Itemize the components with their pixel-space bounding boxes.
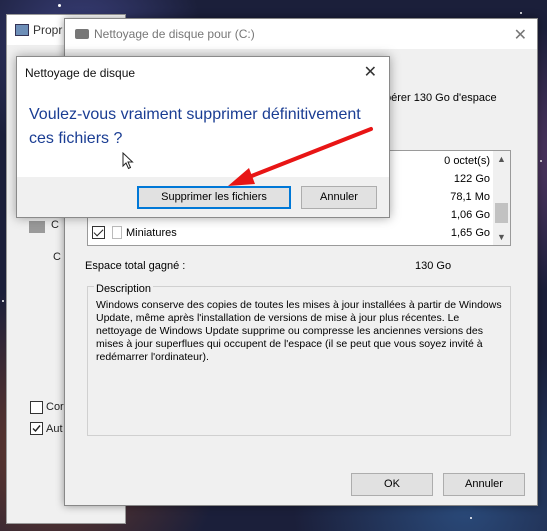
close-icon[interactable]: ✕ [364,62,377,82]
description-text: Windows conserve des copies de toutes le… [96,299,502,363]
close-icon[interactable]: ✕ [514,25,527,45]
star [540,160,542,162]
scroll-thumb[interactable] [495,203,508,223]
ok-button[interactable]: OK [351,473,433,496]
scroll-down-icon[interactable]: ▼ [493,229,510,245]
confirm-question: Voulez-vous vraiment supprimer définitiv… [29,106,361,147]
properties-text: C [53,251,61,263]
mouse-cursor-icon [122,152,134,170]
disk-cleanup-title: Nettoyage de disque pour (C:) [94,27,255,41]
check-icon [32,425,41,433]
compress-checkbox-label: Cor [46,401,64,413]
star [520,12,522,14]
delete-files-button[interactable]: Supprimer les fichiers [137,186,291,209]
space-gained-value: 130 Go [415,260,452,272]
confirm-footer: Supprimer les fichiers Annuler [17,177,389,217]
space-gained-label: Espace total gagné : [85,260,186,272]
file-size: 1,06 Go [450,209,490,221]
properties-text: C [51,219,59,231]
file-size: 122 Go [453,173,490,185]
space-summary-text: pérer 130 Go d'espace [385,92,497,104]
file-size: 0 octet(s) [444,155,490,167]
file-icon [112,226,122,239]
properties-title: Propr [33,23,63,37]
star [470,517,472,519]
star [58,4,61,7]
scroll-up-icon[interactable]: ▲ [493,151,510,167]
file-size: 1,65 Go [450,227,490,239]
description-legend: Description [94,283,154,295]
file-size: 78,1 Mo [450,191,490,203]
properties-icon [15,24,29,36]
list-item[interactable]: Miniatures 1,65 Go [88,224,494,242]
index-checkbox-label: Aut [46,423,63,435]
description-group: Description Windows conserve des copies … [87,283,511,436]
star [2,300,4,302]
drive-icon [29,221,45,233]
disk-cleanup-titlebar: Nettoyage de disque pour (C:) [65,19,537,49]
miniatures-checkbox[interactable] [92,226,105,239]
confirm-dialog: Nettoyage de disque ✕ Voulez-vous vraime… [16,56,390,218]
list-scrollbar[interactable]: ▲ ▼ [493,151,510,245]
confirm-dialog-title: Nettoyage de disque [25,66,136,80]
compress-checkbox[interactable] [30,401,43,414]
file-name: Miniatures [126,227,177,239]
confirm-cancel-button[interactable]: Annuler [301,186,377,209]
disk-cleanup-icon [75,29,89,39]
index-checkbox[interactable] [30,422,43,435]
cancel-button[interactable]: Annuler [443,473,525,496]
